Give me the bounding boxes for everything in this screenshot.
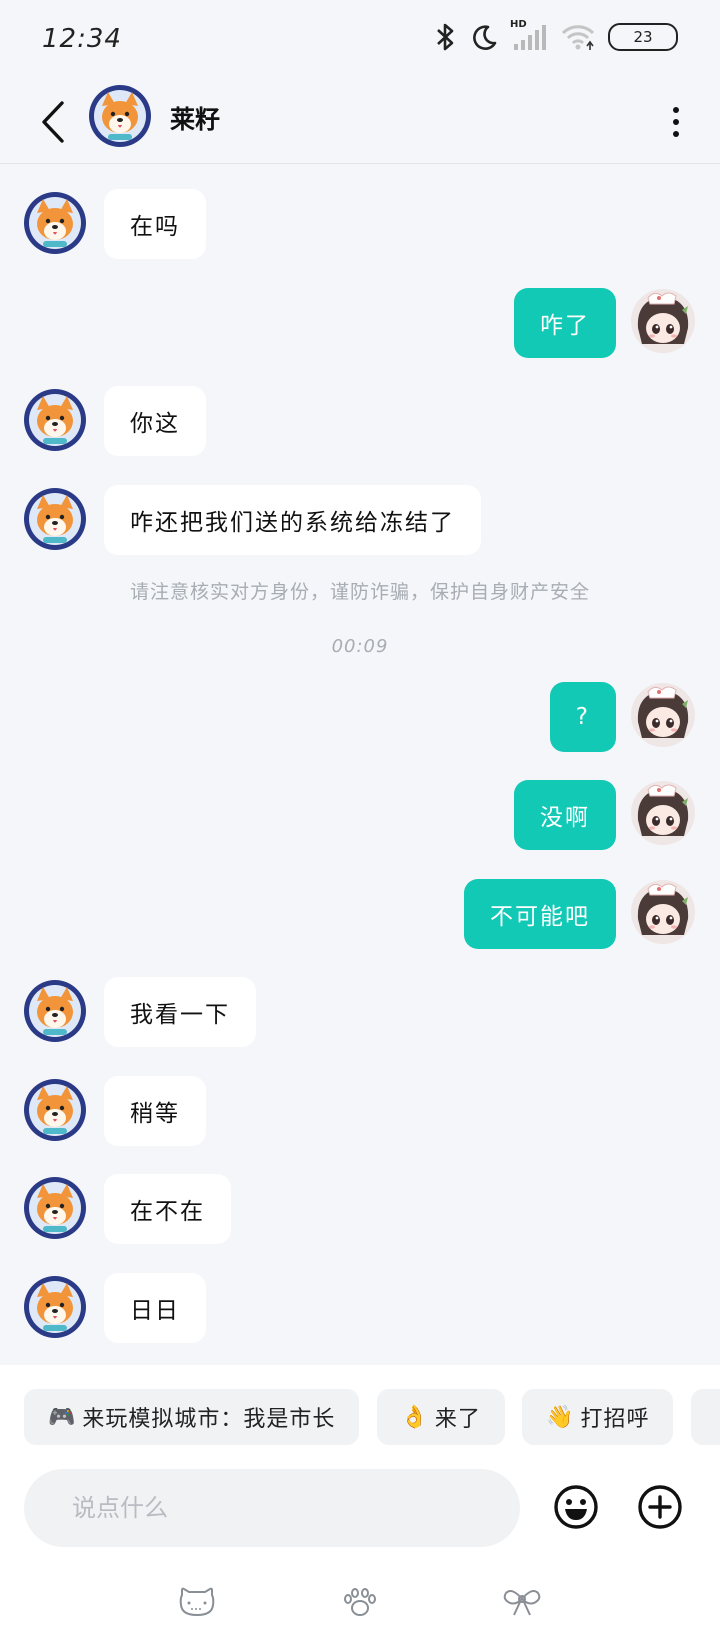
more-vertical-icon (673, 107, 679, 137)
battery-icon: 23 (608, 23, 678, 51)
contact-avatar[interactable] (23, 1275, 87, 1339)
contact-avatar[interactable] (23, 191, 87, 255)
quick-reply-label: 打招呼 (580, 1407, 650, 1432)
game-controller-icon: 🎮 (48, 1404, 77, 1430)
contact-avatar[interactable] (88, 84, 152, 148)
message-row: 日日 (0, 1273, 720, 1343)
message-bubble[interactable]: 你这 (104, 386, 206, 456)
ok-hand-icon: 👌 (400, 1404, 429, 1430)
message-bubble[interactable]: 没啊 (514, 780, 616, 850)
message-row: 稍等 (0, 1076, 720, 1146)
quick-reply-bar[interactable]: 🎮 来玩模拟城市：我是市长 👌 来了 👋 打招呼 (24, 1389, 720, 1445)
message-input[interactable] (24, 1469, 520, 1547)
status-time: 12:34 (42, 24, 122, 54)
message-row: 你这 (0, 386, 720, 456)
contact-avatar[interactable] (23, 487, 87, 551)
quick-reply-label: 来了 (434, 1407, 481, 1432)
waving-hand-icon: 👋 (546, 1404, 575, 1430)
message-row: ? (0, 682, 720, 752)
quick-reply-chip[interactable]: 🎮 来玩模拟城市：我是市长 (24, 1389, 360, 1445)
message-row: 在吗 (0, 189, 720, 259)
self-avatar[interactable] (630, 682, 696, 748)
message-bubble[interactable]: ? (549, 682, 616, 752)
paw-icon[interactable] (340, 1585, 380, 1619)
message-bubble[interactable]: 日日 (104, 1273, 206, 1343)
status-bar: 12:34 HD 23 (0, 0, 720, 80)
chat-header: 莱籽 (0, 80, 720, 164)
message-bubble[interactable]: 我看一下 (104, 977, 256, 1047)
status-icons: HD 23 (432, 19, 678, 52)
more-options-button[interactable] (656, 92, 696, 152)
message-list[interactable]: 在吗 咋了 你这 咋还把我们送的系统给冻结了 请注意核实对方身份，谨防诈骗，保护… (0, 165, 720, 1365)
message-row: 没啊 (0, 780, 720, 850)
bluetooth-icon (437, 23, 454, 51)
message-row: 我看一下 (0, 977, 720, 1047)
message-row: 咋了 (0, 288, 720, 358)
message-row: 不可能吧 (0, 879, 720, 949)
quick-reply-chip[interactable]: 👌 来了 (376, 1389, 505, 1445)
chevron-left-icon (42, 101, 64, 143)
quick-reply-chip-partial[interactable] (690, 1389, 720, 1445)
message-row: 在不在 (0, 1174, 720, 1244)
bottom-toolbar (0, 1585, 720, 1625)
add-attachment-button[interactable] (636, 1483, 684, 1531)
self-avatar[interactable] (630, 288, 696, 354)
contact-avatar[interactable] (23, 1078, 87, 1142)
bow-icon[interactable] (502, 1585, 542, 1619)
message-bubble[interactable]: 咋了 (514, 288, 616, 358)
quick-reply-label: 来玩模拟城市：我是市长 (82, 1407, 336, 1432)
message-row: 咋还把我们送的系统给冻结了 (0, 485, 720, 555)
message-timestamp: 00:09 (331, 636, 389, 657)
message-bubble[interactable]: 稍等 (104, 1076, 206, 1146)
back-button[interactable] (28, 92, 78, 152)
contact-avatar[interactable] (23, 979, 87, 1043)
hd-signal-icon: HD (510, 19, 548, 52)
wifi-icon (561, 25, 595, 50)
contact-avatar[interactable] (23, 388, 87, 452)
self-avatar[interactable] (630, 780, 696, 846)
quick-reply-chip[interactable]: 👋 打招呼 (522, 1389, 674, 1445)
emoji-button[interactable] (552, 1483, 600, 1531)
message-bubble[interactable]: 咋还把我们送的系统给冻结了 (104, 485, 481, 555)
self-avatar[interactable] (630, 879, 696, 945)
contact-avatar[interactable] (23, 1176, 87, 1240)
composer-panel: 🎮 来玩模拟城市：我是市长 👌 来了 👋 打招呼 (0, 1365, 720, 1640)
cat-face-icon[interactable] (177, 1585, 217, 1619)
message-bubble[interactable]: 不可能吧 (464, 879, 616, 949)
contact-name: 莱籽 (170, 105, 221, 134)
do-not-disturb-moon-icon (473, 25, 497, 50)
message-bubble[interactable]: 在不在 (104, 1174, 231, 1244)
safety-notice: 请注意核实对方身份，谨防诈骗，保护自身财产安全 (129, 581, 590, 603)
message-bubble[interactable]: 在吗 (104, 189, 206, 259)
